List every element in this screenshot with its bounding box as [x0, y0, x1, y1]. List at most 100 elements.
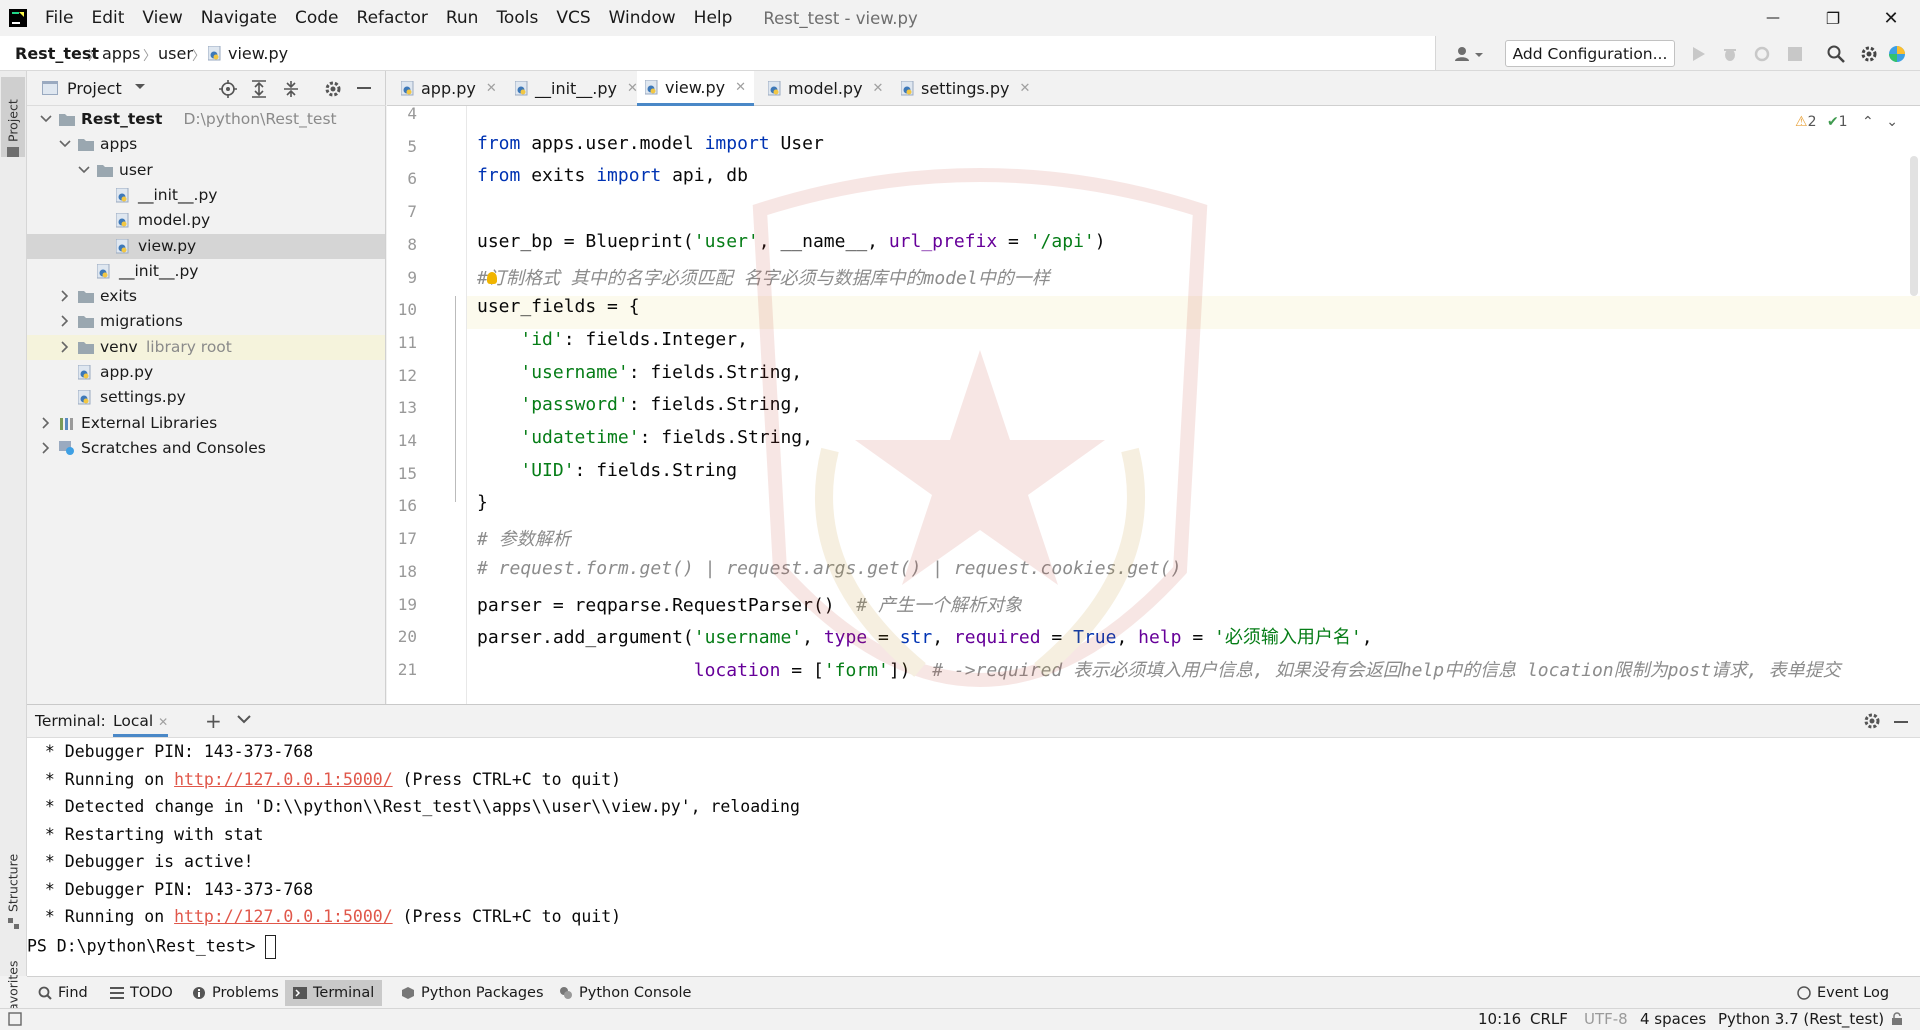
- chevron-right-icon[interactable]: [39, 416, 53, 430]
- tree-item[interactable]: model.py: [27, 208, 385, 233]
- code-area[interactable]: from apps.user.model import User from exi…: [387, 106, 1920, 704]
- breadcrumb-user[interactable]: user: [158, 44, 193, 63]
- hide-panel-icon[interactable]: [357, 87, 371, 90]
- menu-navigate[interactable]: Navigate: [192, 0, 286, 36]
- menu-view[interactable]: View: [133, 0, 191, 36]
- tree-item[interactable]: Rest_test D:\python\Rest_test: [27, 107, 385, 132]
- maximize-button[interactable]: ❐: [1804, 0, 1862, 36]
- structure-tool-tab[interactable]: Structure: [1, 839, 25, 929]
- code-line[interactable]: # request.form.get() | request.args.get(…: [477, 558, 1181, 579]
- terminal-url-link[interactable]: http://127.0.0.1:5000/: [174, 770, 393, 789]
- breadcrumb-project[interactable]: Rest_test: [15, 44, 99, 63]
- python-packages-tool-button[interactable]: Python Packages: [393, 980, 552, 1006]
- code-line[interactable]: location = ['form']) # ->required 表示必须填入…: [477, 656, 1841, 682]
- tree-item[interactable]: user: [27, 158, 385, 183]
- todo-tool-button[interactable]: TODO: [102, 980, 181, 1006]
- lightbulb-icon[interactable]: [487, 272, 497, 284]
- settings-gear-icon[interactable]: [324, 80, 342, 98]
- indent-setting[interactable]: 4 spaces: [1640, 1010, 1706, 1028]
- debug-icon[interactable]: [1720, 44, 1740, 64]
- add-configuration-button[interactable]: Add Configuration...: [1505, 40, 1675, 67]
- jetbrains-toolbox-icon[interactable]: [1887, 44, 1907, 64]
- close-button[interactable]: ✕: [1862, 0, 1920, 36]
- close-tab-icon[interactable]: ✕: [1020, 81, 1031, 96]
- search-icon[interactable]: [1826, 44, 1846, 64]
- tree-item[interactable]: apps: [27, 132, 385, 157]
- tab-model-py[interactable]: model.py ✕: [762, 71, 889, 106]
- code-line[interactable]: # 参数解析: [477, 525, 571, 551]
- tree-item[interactable]: migrations: [27, 309, 385, 334]
- settings-gear-icon[interactable]: [1859, 44, 1879, 64]
- menu-edit[interactable]: Edit: [82, 0, 133, 36]
- chevron-right-icon[interactable]: [58, 289, 72, 303]
- code-line[interactable]: parser.add_argument('username', type = s…: [477, 623, 1373, 649]
- tab-app-py[interactable]: app.py ✕: [395, 71, 503, 106]
- menu-window[interactable]: Window: [600, 0, 685, 36]
- inspection-widget[interactable]: ⚠2 ✔1 ⌃ ⌄: [1795, 114, 1898, 130]
- editor-scrollbar[interactable]: [1910, 156, 1918, 296]
- line-separator[interactable]: CRLF: [1530, 1010, 1568, 1028]
- menu-file[interactable]: File: [36, 0, 82, 36]
- tree-item[interactable]: settings.py: [27, 385, 385, 410]
- menu-help[interactable]: Help: [685, 0, 742, 36]
- code-line[interactable]: user_bp = Blueprint('user', __name__, ur…: [477, 231, 1106, 252]
- python-interpreter[interactable]: Python 3.7 (Rest_test): [1718, 1010, 1884, 1028]
- tree-item[interactable]: Scratches and Consoles: [27, 436, 385, 461]
- tab-init-py[interactable]: __init__.py ✕: [509, 71, 644, 106]
- minimize-button[interactable]: —: [1744, 0, 1802, 36]
- terminal-url-link[interactable]: http://127.0.0.1:5000/: [174, 907, 393, 926]
- collapse-all-icon[interactable]: [283, 80, 299, 98]
- project-view-selector[interactable]: Project: [67, 79, 122, 98]
- chevron-down-icon[interactable]: [237, 715, 251, 724]
- code-line[interactable]: user_fields = {: [477, 296, 640, 317]
- code-editor[interactable]: 4 5 6 7 8 9 10 11 12 13 14 15 16 17 18 19 20 21 from apps…: [387, 106, 1920, 704]
- hide-panel-icon[interactable]: [1894, 721, 1908, 724]
- event-log-tool-button[interactable]: Event Log: [1789, 980, 1897, 1006]
- caret-position[interactable]: 10:16: [1478, 1010, 1521, 1028]
- user-dropdown-icon[interactable]: [1452, 44, 1486, 64]
- chevron-down-icon[interactable]: [58, 137, 72, 151]
- code-line[interactable]: 'udatetime': fields.String,: [477, 427, 813, 448]
- locate-file-icon[interactable]: [219, 80, 237, 98]
- settings-gear-icon[interactable]: [1863, 712, 1881, 730]
- chevron-right-icon[interactable]: [58, 340, 72, 354]
- problems-tool-button[interactable]: Problems: [184, 980, 287, 1006]
- chevron-up-icon[interactable]: ⌃: [1862, 114, 1874, 130]
- close-tab-icon[interactable]: ✕: [873, 81, 884, 96]
- close-tab-icon[interactable]: ✕: [158, 715, 168, 729]
- breadcrumb-file[interactable]: view.py: [228, 44, 288, 63]
- lock-icon[interactable]: [1890, 1012, 1904, 1026]
- menu-vcs[interactable]: VCS: [547, 0, 599, 36]
- tab-view-py[interactable]: view.py ✕: [637, 71, 754, 106]
- code-line[interactable]: 'id': fields.Integer,: [477, 329, 748, 350]
- tree-item[interactable]: app.py: [27, 360, 385, 385]
- file-encoding[interactable]: UTF-8: [1584, 1010, 1628, 1028]
- coverage-icon[interactable]: [1752, 44, 1772, 64]
- run-icon[interactable]: [1689, 44, 1709, 64]
- menu-run[interactable]: Run: [437, 0, 488, 36]
- tree-item[interactable]: view.py: [27, 233, 385, 259]
- tree-item[interactable]: exits: [27, 284, 385, 309]
- code-line[interactable]: #订制格式 其中的名字必须匹配 名字必须与数据库中的model中的一样: [477, 264, 1050, 290]
- close-tab-icon[interactable]: ✕: [486, 81, 497, 96]
- expand-all-icon[interactable]: [251, 80, 267, 98]
- tree-item[interactable]: __init__.py: [27, 259, 385, 284]
- toggle-tool-windows-icon[interactable]: [8, 1012, 22, 1026]
- tree-item[interactable]: __init__.py: [27, 183, 385, 208]
- menu-refactor[interactable]: Refactor: [348, 0, 437, 36]
- terminal-tab-local[interactable]: Local ✕: [113, 712, 169, 737]
- tab-settings-py[interactable]: settings.py ✕: [895, 71, 1036, 106]
- code-line[interactable]: from apps.user.model import User: [477, 133, 824, 154]
- breadcrumb-apps[interactable]: apps: [102, 44, 140, 63]
- chevron-down-icon[interactable]: [39, 112, 53, 126]
- chevron-down-icon[interactable]: [77, 163, 91, 177]
- tree-item[interactable]: venv library root: [27, 334, 385, 360]
- code-line[interactable]: 'username': fields.String,: [477, 362, 802, 383]
- stop-icon[interactable]: [1785, 44, 1805, 64]
- code-line[interactable]: parser = reqparse.RequestParser() # 产生一个…: [477, 591, 1022, 617]
- chevron-down-icon[interactable]: ⌄: [1886, 114, 1898, 130]
- chevron-right-icon[interactable]: [39, 441, 53, 455]
- menu-code[interactable]: Code: [286, 0, 348, 36]
- new-terminal-plus-icon[interactable]: +: [205, 709, 222, 733]
- terminal-output[interactable]: * Debugger PIN: 143-373-768 * Running on…: [27, 738, 1920, 977]
